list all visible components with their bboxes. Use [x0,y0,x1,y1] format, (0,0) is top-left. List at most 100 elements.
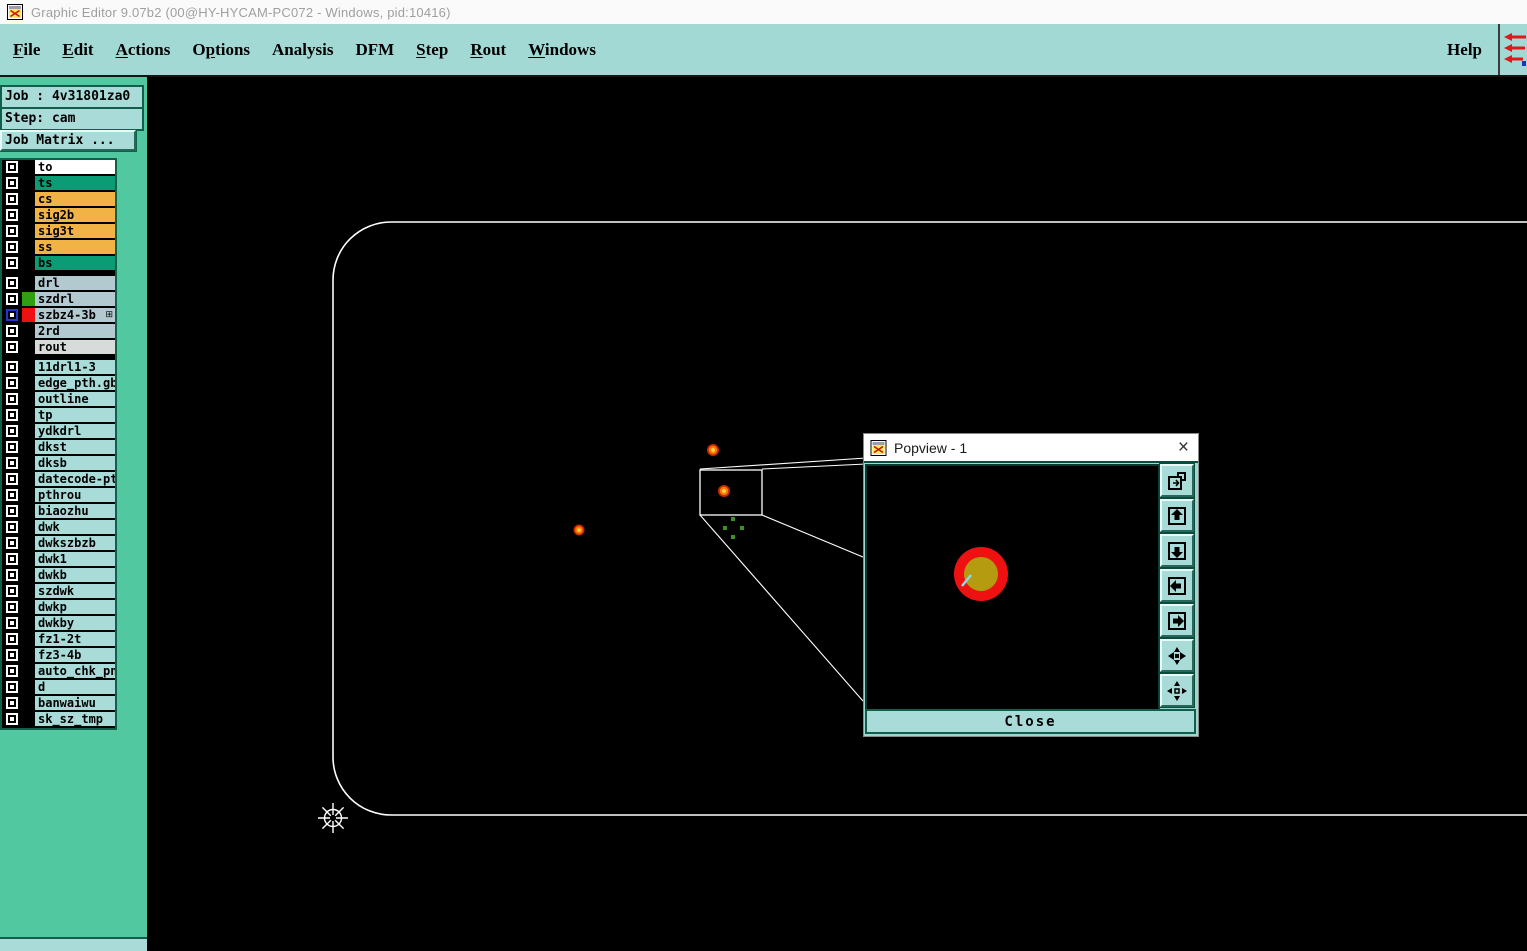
layer-visibility-checkbox[interactable] [6,309,18,321]
menu-actions[interactable]: Actions [105,40,182,60]
layer-color-swatch[interactable] [22,240,35,254]
layer-row-szbz4-3b[interactable]: szbz4-3b ⊞ [2,308,115,324]
layer-visibility-checkbox[interactable] [6,665,18,677]
layer-visibility-checkbox[interactable] [6,425,18,437]
layer-visibility-checkbox[interactable] [6,377,18,389]
layer-color-swatch[interactable] [22,712,35,726]
layer-color-swatch[interactable] [22,176,35,190]
layer-color-swatch[interactable] [22,424,35,438]
layer-row-ss[interactable]: ss [2,240,115,256]
layer-row-ydkdrl[interactable]: ydkdrl [2,424,115,440]
layer-visibility-checkbox[interactable] [6,177,18,189]
layer-color-swatch[interactable] [22,696,35,710]
layer-color-swatch[interactable] [22,632,35,646]
layer-visibility-checkbox[interactable] [6,409,18,421]
layer-color-swatch[interactable] [22,408,35,422]
layer-visibility-checkbox[interactable] [6,441,18,453]
layer-row-dwkp[interactable]: dwkp [2,600,115,616]
layer-visibility-checkbox[interactable] [6,325,18,337]
layer-visibility-checkbox[interactable] [6,585,18,597]
layer-color-swatch[interactable] [22,568,35,582]
layer-visibility-checkbox[interactable] [6,505,18,517]
layer-color-swatch[interactable] [22,664,35,678]
layer-visibility-checkbox[interactable] [6,713,18,725]
layer-visibility-checkbox[interactable] [6,489,18,501]
layer-color-swatch[interactable] [22,308,35,322]
layer-row-dwk[interactable]: dwk [2,520,115,536]
layer-row-d[interactable]: d [2,680,115,696]
layer-color-swatch[interactable] [22,192,35,206]
layer-visibility-checkbox[interactable] [6,649,18,661]
layer-color-swatch[interactable] [22,392,35,406]
layer-visibility-checkbox[interactable] [6,241,18,253]
layer-row-banwaiwu[interactable]: banwaiwu [2,696,115,712]
menu-windows[interactable]: Windows [517,40,607,60]
menu-rout[interactable]: Rout [459,40,517,60]
layer-visibility-checkbox[interactable] [6,617,18,629]
layer-row-biaozhu[interactable]: biaozhu [2,504,115,520]
popview-canvas[interactable] [865,464,1160,711]
layer-color-swatch[interactable] [22,680,35,694]
layer-row-rout[interactable]: rout [2,340,115,356]
layer-row-sig3t[interactable]: sig3t [2,224,115,240]
layer-row-2rd[interactable]: 2rd [2,324,115,340]
layer-row-dwkb[interactable]: dwkb [2,568,115,584]
layer-color-swatch[interactable] [22,376,35,390]
menu-step[interactable]: Step [405,40,459,60]
layer-color-swatch[interactable] [22,256,35,270]
arrows-out-icon[interactable] [1159,673,1195,708]
layer-visibility-checkbox[interactable] [6,193,18,205]
layer-visibility-checkbox[interactable] [6,569,18,581]
layer-visibility-checkbox[interactable] [6,277,18,289]
main-canvas[interactable] [147,77,1527,951]
layer-visibility-checkbox[interactable] [6,697,18,709]
layer-row-dwkby[interactable]: dwkby [2,616,115,632]
layer-visibility-checkbox[interactable] [6,521,18,533]
layer-color-swatch[interactable] [22,520,35,534]
fast-panel[interactable] [1498,24,1527,75]
pan-right-icon[interactable] [1159,603,1195,638]
layer-visibility-checkbox[interactable] [6,257,18,269]
layer-row-auto_chk_pnl[interactable]: auto_chk_pnl [2,664,115,680]
layer-row-tp[interactable]: tp [2,408,115,424]
layer-visibility-checkbox[interactable] [6,341,18,353]
close-icon[interactable]: × [1178,434,1189,461]
layer-color-swatch[interactable] [22,224,35,238]
layer-row-cs[interactable]: cs [2,192,115,208]
layer-color-swatch[interactable] [22,488,35,502]
layer-row-11drl1-3[interactable]: 11drl1-3 [2,360,115,376]
layer-visibility-checkbox[interactable] [6,537,18,549]
layer-color-swatch[interactable] [22,456,35,470]
layer-color-swatch[interactable] [22,440,35,454]
layer-visibility-checkbox[interactable] [6,601,18,613]
layer-color-swatch[interactable] [22,616,35,630]
layer-row-ts[interactable]: ts [2,176,115,192]
popview-duplicate-icon[interactable] [1159,463,1195,498]
menu-options[interactable]: Options [181,40,261,60]
layer-color-swatch[interactable] [22,208,35,222]
layer-row-szdrl[interactable]: szdrl [2,292,115,308]
layer-color-swatch[interactable] [22,552,35,566]
pan-left-icon[interactable] [1159,568,1195,603]
layer-row-dkst[interactable]: dkst [2,440,115,456]
layer-visibility-checkbox[interactable] [6,633,18,645]
pan-up-icon[interactable] [1159,498,1195,533]
layer-row-drl[interactable]: drl [2,276,115,292]
menu-analysis[interactable]: Analysis [261,40,344,60]
layer-visibility-checkbox[interactable] [6,553,18,565]
layer-visibility-checkbox[interactable] [6,473,18,485]
arrows-in-icon[interactable] [1159,638,1195,673]
popview-close-button[interactable]: Close [865,709,1196,734]
layer-color-swatch[interactable] [22,584,35,598]
layer-color-swatch[interactable] [22,648,35,662]
menu-file[interactable]: File [2,40,51,60]
layer-color-swatch[interactable] [22,324,35,338]
layer-row-to[interactable]: to [2,160,115,176]
layer-visibility-checkbox[interactable] [6,293,18,305]
layer-color-swatch[interactable] [22,292,35,306]
layer-color-swatch[interactable] [22,340,35,354]
layer-row-dksb[interactable]: dksb [2,456,115,472]
layer-color-swatch[interactable] [22,360,35,374]
menu-help[interactable]: Help [1436,24,1493,75]
layer-color-swatch[interactable] [22,504,35,518]
